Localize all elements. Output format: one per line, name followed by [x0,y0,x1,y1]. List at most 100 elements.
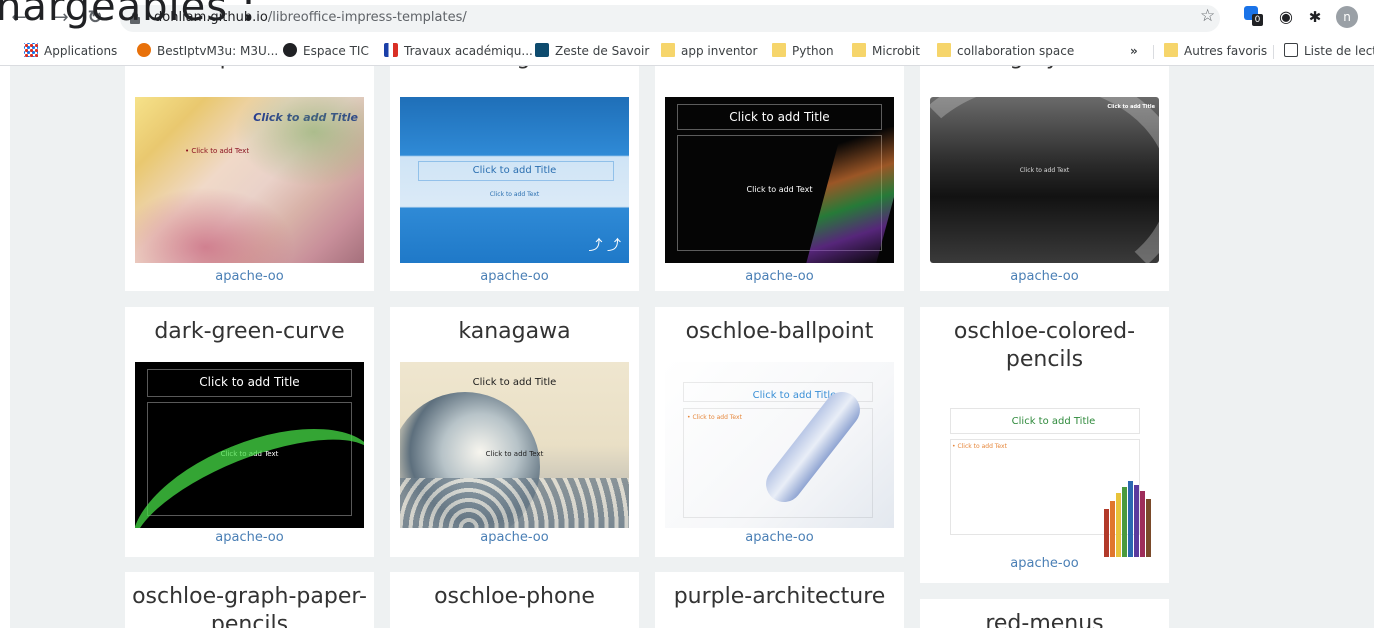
apps-grid-icon [24,43,38,57]
bookmark-star-icon[interactable]: ☆ [1200,6,1215,26]
slide-text-placeholder: Click to add Text [746,185,813,194]
template-thumbnail[interactable]: Click to add Title Click to add Text [400,362,629,528]
slide-title-placeholder: Click to add Title [752,390,837,401]
slide-title-placeholder: Click to add Title [1107,104,1155,110]
template-thumbnail[interactable]: Click to add Title Click to add Text [665,97,894,263]
template-card[interactable]: oschloe-colored-pencils Click to add Tit… [920,307,1169,583]
template-name[interactable]: oschloe-ballpoint [655,318,904,346]
bookmark-espace-tic[interactable]: Espace TIC [283,42,369,60]
slide-text-placeholder: Click to add Text [489,191,540,198]
template-name[interactable]: dark-green-curve [125,318,374,346]
template-card[interactable]: oschloe-phone [390,572,639,628]
template-card[interactable]: blue-gulls Click to add Title Click to a… [390,66,639,291]
folder-icon [852,43,866,57]
template-card[interactable]: dark-gray-crawls Click to add Title Clic… [920,66,1169,291]
template-card[interactable]: red-menus [920,599,1169,628]
template-name[interactable]: red-menus [920,610,1169,628]
bookmark-bestiptv[interactable]: BestIptvM3u: M3U... [137,42,278,60]
bookmarks-overflow-chevron-icon[interactable]: » [1130,42,1138,60]
slide-text-placeholder: • Click to add Text [185,147,250,155]
template-source-link[interactable]: apache-oo [920,269,1169,284]
template-card[interactable]: kanagawa Click to add Title Click to add… [390,307,639,557]
extensions-puzzle-icon[interactable]: ✱ [1305,7,1325,27]
template-name[interactable]: oschloe-graph-paper-pencils [125,583,374,628]
template-source-link[interactable]: apache-oo [655,530,904,545]
extension-badge-icon[interactable]: 0 [1244,6,1263,26]
template-card[interactable]: dark-fade Click to add Title Click to ad… [655,66,904,291]
gull-icon: ⤴ ⤴ [588,238,621,254]
template-source-link[interactable]: apache-oo [125,530,374,545]
bookmark-folder-microbit[interactable]: Microbit [852,42,920,60]
template-thumbnail[interactable]: Click to add Title • Click to add Text [135,97,364,263]
slide-title-placeholder: Click to add Title [472,377,557,388]
folder-icon [1164,43,1178,57]
browser-window: ← → ↻ dohliam.github.io/libreoffice-impr… [0,0,1374,628]
url-path: /libreoffice-impress-templates/ [267,10,467,25]
slide-text-placeholder: • Click to add Text [687,414,742,421]
bookmark-label: Python [792,44,834,58]
template-source-link[interactable]: apache-oo [125,269,374,284]
template-source-link[interactable]: apache-oo [390,269,639,284]
slide-text-placeholder: Click to add Text [220,450,279,458]
bookmarks-bar: Applications BestIptvM3u: M3U... Espace … [0,35,1374,66]
bookmark-folder-python[interactable]: Python [772,42,834,60]
page-gutter [0,66,10,628]
template-name[interactable]: oschloe-colored-pencils [920,318,1169,374]
template-thumbnail[interactable]: Click to add Title Click to add Text [135,362,364,528]
bookmark-folder-app-inventor[interactable]: app inventor [661,42,757,60]
template-source-link[interactable]: apache-oo [390,530,639,545]
bookmark-label: Microbit [872,44,920,58]
bookmark-label: Autres favoris [1184,44,1268,58]
site-favicon-icon [384,43,398,57]
template-card[interactable]: oschloe-ballpoint Click to add Title • C… [655,307,904,557]
bookmark-applications[interactable]: Applications [24,42,117,60]
template-card[interactable]: aquarelle Click to add Title • Click to … [125,66,374,291]
template-name[interactable]: kanagawa [390,318,639,346]
bookmark-label: Travaux académiqu... [404,44,533,58]
bookmark-label: Zeste de Savoir [555,44,650,58]
slide-text-placeholder: Click to add Text [1019,167,1070,174]
template-thumbnail[interactable]: Click to add Title Click to add Text ⤴ ⤴ [400,97,629,263]
template-thumbnail[interactable]: Click to add Title • Click to add Text [665,362,894,528]
bookmarks-divider [1153,45,1154,59]
avatar[interactable]: n [1336,6,1358,28]
template-name[interactable]: purple-architecture [655,583,904,611]
template-source-link[interactable]: apache-oo [920,556,1169,571]
folder-icon [661,43,675,57]
template-thumbnail[interactable]: Click to add Title Click to add Text [930,97,1159,263]
bookmark-travaux[interactable]: Travaux académiqu... [384,42,533,60]
template-thumbnail[interactable]: Click to add Title • Click to add Text [930,391,1159,557]
slide-text-placeholder: Click to add Text [485,450,544,458]
bookmark-folder-autres-favoris[interactable]: Autres favoris [1164,42,1267,60]
bookmarks-divider [1273,45,1274,59]
eye-icon[interactable]: ◉ [1276,7,1296,27]
bookmark-label: BestIptvM3u: M3U... [157,44,279,58]
template-name[interactable]: blue-gulls [390,66,639,72]
bookmark-folder-collaboration[interactable]: collaboration space [937,42,1074,60]
reading-list-icon [1284,43,1298,57]
overlay-caption: hargeables : [0,0,257,30]
folder-icon [772,43,786,57]
slide-text-placeholder: • Click to add Text [952,443,1007,450]
template-source-link[interactable]: apache-oo [655,269,904,284]
slide-title-placeholder: Click to add Title [729,110,830,124]
template-card[interactable]: purple-architecture [655,572,904,628]
site-favicon-icon [283,43,297,57]
template-name[interactable]: dark-fade [655,66,904,72]
template-card[interactable]: oschloe-graph-paper-pencils [125,572,374,628]
slide-title-placeholder: Click to add Title [199,375,300,389]
slide-title-placeholder: Click to add Title [472,165,557,176]
bookmark-label: Espace TIC [303,44,369,58]
site-favicon-icon [535,43,549,57]
bookmark-label: Applications [44,44,118,58]
slide-title-placeholder: Click to add Title [253,111,358,124]
page-content: aquarelle Click to add Title • Click to … [0,66,1374,628]
template-name[interactable]: aquarelle [125,66,374,72]
template-name[interactable]: dark-gray-crawls [920,66,1169,72]
reading-list-button[interactable]: Liste de lectu [1284,42,1374,60]
bookmark-zeste[interactable]: Zeste de Savoir [535,42,649,60]
site-favicon-icon [137,43,151,57]
template-name[interactable]: oschloe-phone [390,583,639,611]
template-card[interactable]: dark-green-curve Click to add Title Clic… [125,307,374,557]
address-bar[interactable]: dohliam.github.io/libreoffice-impress-te… [120,5,1220,32]
